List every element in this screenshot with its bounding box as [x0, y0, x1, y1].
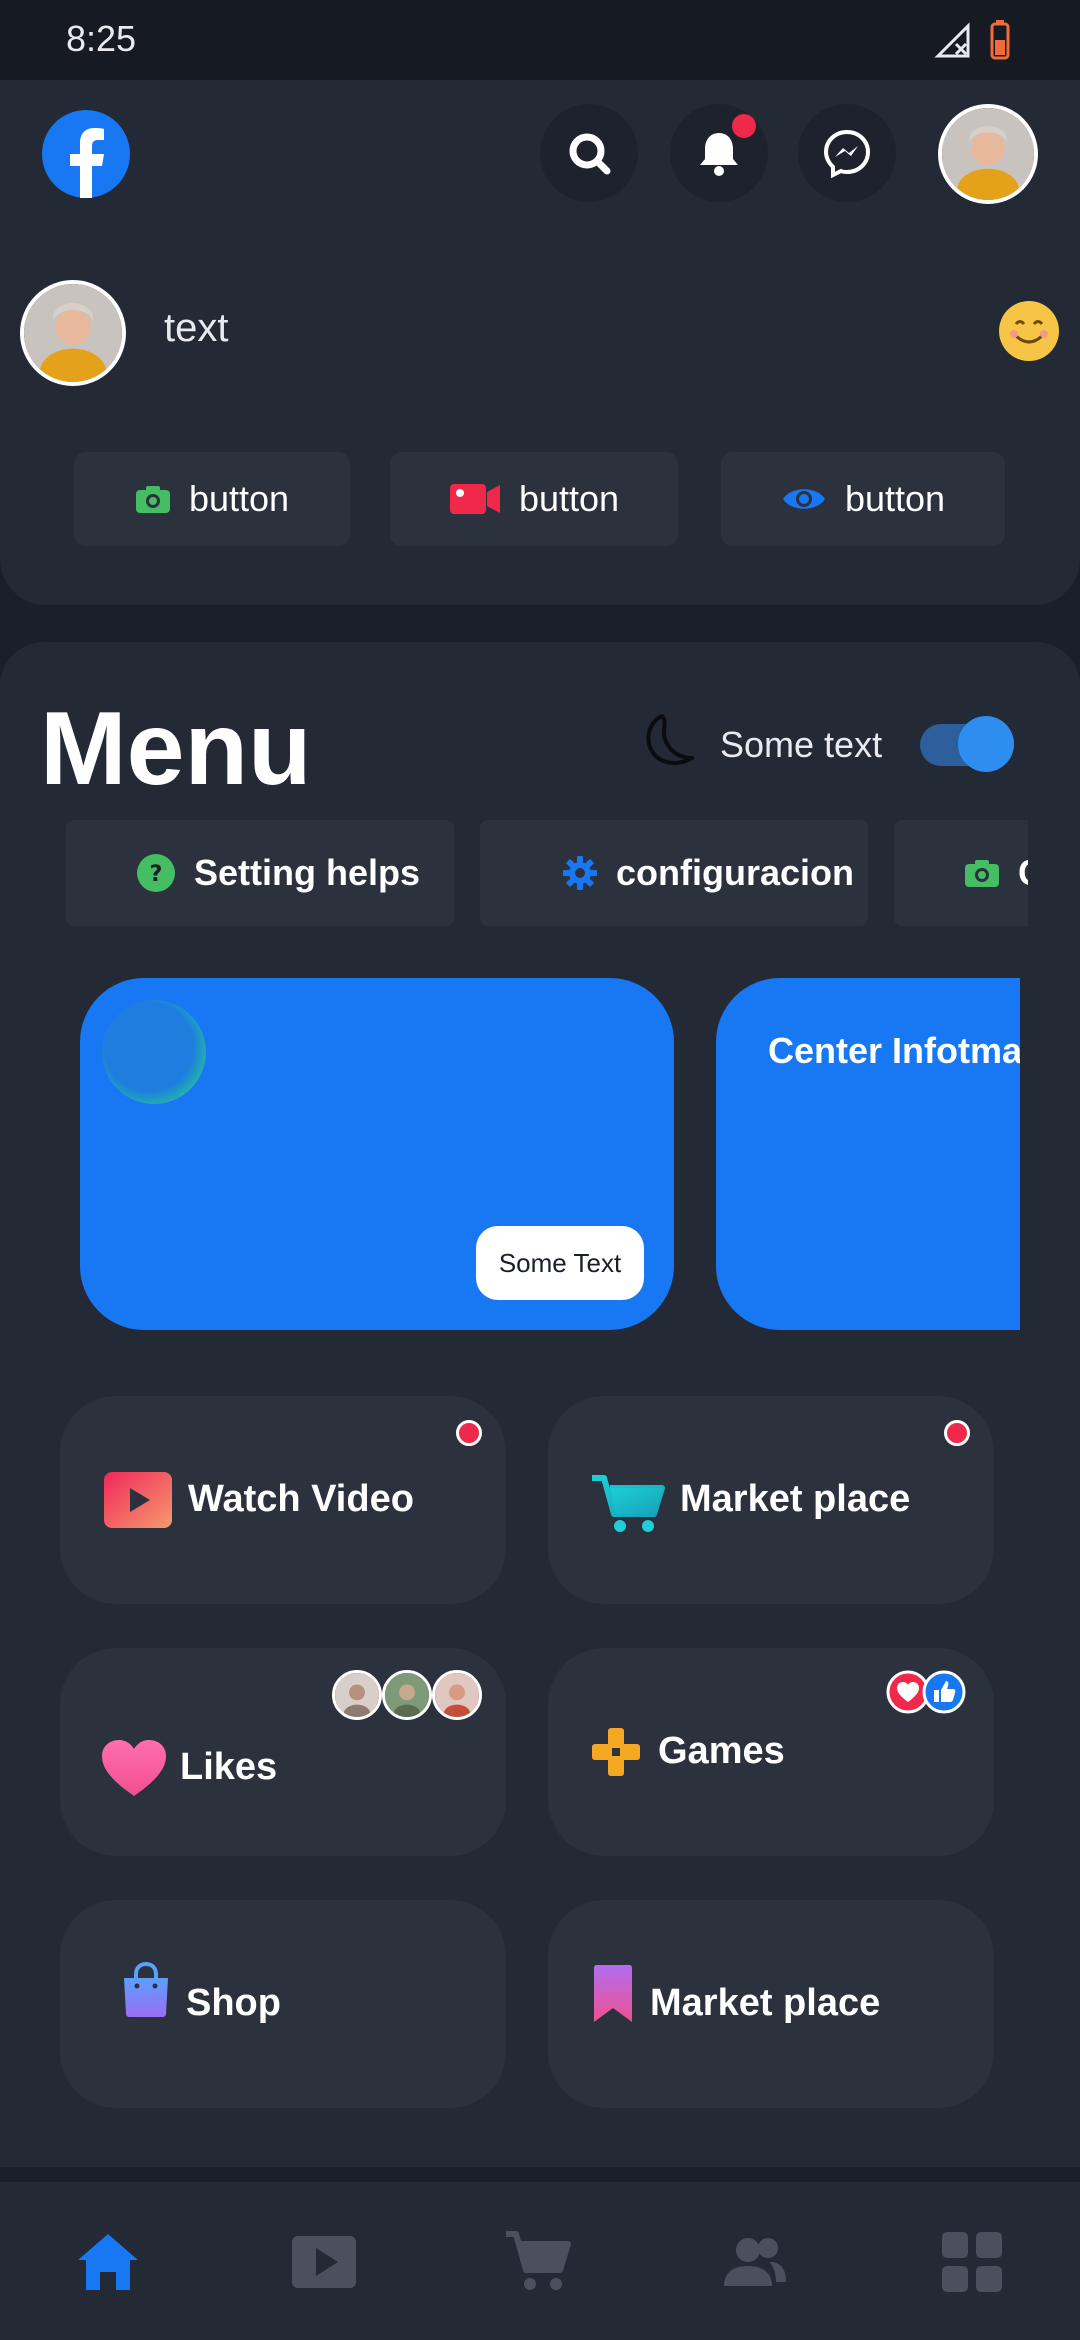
- chip-setting-helps[interactable]: ? Setting helps: [66, 820, 454, 926]
- moon-icon: [646, 714, 694, 765]
- smiley-emoji-icon[interactable]: [998, 300, 1060, 362]
- action-view-label: button: [844, 478, 946, 519]
- profile-avatar[interactable]: [938, 104, 1038, 204]
- tile-market-place-saved[interactable]: Market place: [548, 1900, 994, 2108]
- banner-orb-icon: [102, 1000, 206, 1104]
- status-time: 8:25: [66, 18, 137, 59]
- chip-label: configuracion: [616, 852, 855, 893]
- video-icon[interactable]: [288, 2226, 360, 2298]
- gear-icon: [563, 856, 597, 890]
- page-title: Menu: [40, 691, 312, 807]
- friend-avatar: [432, 1670, 482, 1720]
- eye-icon: [782, 489, 825, 509]
- camera-icon: [135, 486, 170, 513]
- action-view-button[interactable]: button: [721, 452, 1005, 546]
- chip-configuracion[interactable]: configuracion: [480, 820, 868, 926]
- game-controller-icon: [592, 1728, 640, 1776]
- action-video-label: button: [518, 478, 620, 519]
- composer-text[interactable]: text: [164, 306, 228, 351]
- action-video-button[interactable]: button: [390, 452, 678, 546]
- shopping-cart-icon: [592, 1475, 665, 1532]
- tile-shop[interactable]: Shop: [60, 1900, 506, 2108]
- friend-avatar: [382, 1670, 432, 1720]
- messenger-button[interactable]: [798, 104, 896, 202]
- tile-games[interactable]: Games: [548, 1648, 994, 1856]
- toggle-knob[interactable]: [958, 716, 1014, 772]
- status-icons: [934, 20, 1010, 60]
- composer-avatar[interactable]: [20, 280, 126, 386]
- notification-badge: [732, 114, 756, 138]
- bottom-navigation: [0, 2182, 1080, 2340]
- tile-label: Watch Video: [188, 1478, 414, 1520]
- tile-label: Market place: [680, 1478, 911, 1520]
- dark-mode-label: Some text: [720, 724, 883, 765]
- banner-card[interactable]: Some Text: [80, 978, 674, 1330]
- bookmark-icon: [594, 1965, 632, 2022]
- chip-camera[interactable]: C: [894, 820, 1028, 926]
- status-bar: 8:25: [0, 0, 1080, 80]
- avatar-image: [24, 284, 122, 382]
- facebook-logo-icon[interactable]: [42, 110, 130, 198]
- signal-icon: [934, 22, 970, 58]
- action-photo-label: button: [188, 478, 290, 519]
- menu-grid-icon[interactable]: [936, 2226, 1008, 2298]
- messenger-icon: [823, 129, 871, 179]
- cart-icon[interactable]: [502, 2226, 574, 2298]
- tile-market-place[interactable]: Market place: [548, 1396, 994, 1604]
- action-photo-button[interactable]: button: [74, 452, 350, 546]
- svg-text:?: ?: [150, 862, 163, 887]
- home-icon[interactable]: [72, 2226, 144, 2298]
- search-button[interactable]: [540, 104, 638, 202]
- banner-card-info[interactable]: Center Infotmat: [716, 978, 1020, 1330]
- tile-label: Market place: [650, 1982, 881, 2024]
- help-icon: ?: [137, 854, 175, 892]
- tile-notification-dot: [944, 1420, 970, 1446]
- avatar-image: [942, 108, 1034, 200]
- groups-icon[interactable]: [718, 2226, 790, 2298]
- battery-icon: [990, 20, 1010, 60]
- tile-label: Shop: [186, 1982, 281, 2024]
- like-reaction-icon: [922, 1670, 966, 1714]
- tile-label: Likes: [180, 1746, 278, 1788]
- chip-label: C: [1018, 852, 1028, 894]
- friend-avatar: [332, 1670, 382, 1720]
- search-icon: [569, 133, 611, 175]
- video-camera-icon: [449, 484, 500, 514]
- shopping-bag-icon: [124, 1962, 168, 2017]
- banner-button[interactable]: Some Text: [476, 1226, 644, 1300]
- heart-icon: [102, 1740, 166, 1796]
- shortcut-chips: ? Setting helps configuracion C: [66, 820, 1028, 926]
- banner-title: Center Infotmat: [768, 1030, 1020, 1071]
- tile-label: Games: [658, 1730, 785, 1772]
- tile-watch-video[interactable]: Watch Video: [60, 1396, 506, 1604]
- tile-notification-dot: [456, 1420, 482, 1446]
- camera-icon: [965, 860, 999, 887]
- banner-carousel[interactable]: Some Text Center Infotmat: [80, 978, 1020, 1332]
- chip-label: Setting helps: [194, 852, 421, 893]
- play-video-icon: [104, 1472, 172, 1528]
- tile-likes[interactable]: Likes: [60, 1648, 506, 1856]
